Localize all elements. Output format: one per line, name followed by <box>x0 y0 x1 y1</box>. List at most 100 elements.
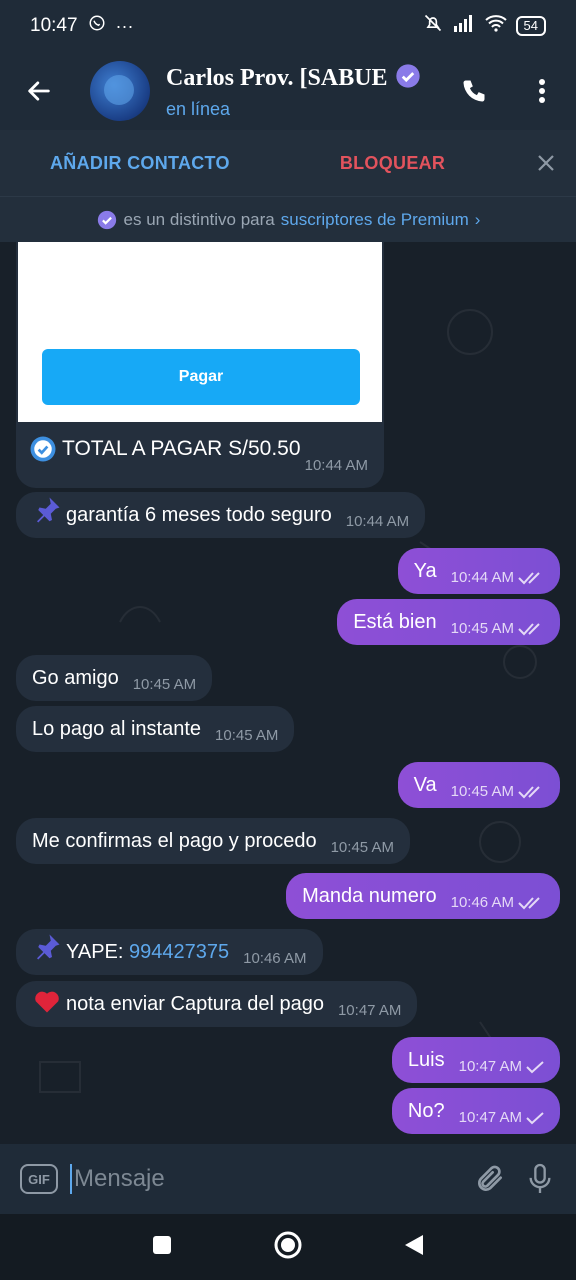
message-bubble[interactable]: No? 10:47 AM <box>391 1088 560 1134</box>
message-bubble[interactable]: Manda numero 10:46 AM <box>286 873 560 919</box>
payment-preview: Pagar <box>18 242 382 422</box>
message-list[interactable]: Pagar TOTAL A PAGAR S/50.50 10:44 AM gar… <box>0 242 576 1144</box>
verified-badge-icon <box>97 210 116 229</box>
payment-card-message[interactable]: Pagar TOTAL A PAGAR S/50.50 10:44 AM <box>16 242 384 488</box>
message-text: YAPE: <box>66 941 124 963</box>
pay-button[interactable]: Pagar <box>42 349 360 405</box>
chat-status: en línea <box>166 99 231 119</box>
message-text: nota enviar Captura del pago <box>66 993 324 1015</box>
whatsapp-icon <box>88 14 106 38</box>
message-bubble[interactable]: Luis 10:47 AM <box>391 1037 560 1083</box>
text-caret <box>70 1164 72 1194</box>
total-text: TOTAL A PAGAR S/50.50 <box>28 434 301 464</box>
message-time: 10:44 AM <box>304 457 368 474</box>
gif-button[interactable]: GIF <box>20 1164 58 1194</box>
arrow-left-icon <box>28 81 50 101</box>
message-text: garantía 6 meses todo seguro <box>66 504 332 526</box>
system-back-button[interactable] <box>403 1233 425 1262</box>
message-time: 10:44 AM <box>345 513 410 530</box>
message-time: 10:45 AM <box>215 727 279 744</box>
double-check-icon <box>518 785 540 798</box>
verified-badge-icon <box>394 62 422 95</box>
premium-notice-text: es un distintivo para <box>123 209 275 229</box>
message-bubble[interactable]: Go amigo 10:45 AM <box>16 655 213 701</box>
message-text: Manda numero <box>302 885 437 907</box>
phone-icon <box>463 80 485 102</box>
status-bar: 10:47 ··· 54 <box>0 0 576 52</box>
paperclip-icon <box>478 1165 502 1191</box>
message-bubble[interactable]: Va 10:45 AM <box>397 762 560 808</box>
message-text: Está bien <box>353 611 437 633</box>
microphone-icon <box>529 1163 551 1193</box>
square-icon <box>153 1235 171 1254</box>
composer: GIF Mensaje <box>0 1144 576 1214</box>
message-text: Lo pago al instante <box>32 718 202 740</box>
home-button[interactable] <box>273 1230 303 1265</box>
message-time: 10:47 AM <box>337 1002 402 1019</box>
message-time: 10:45 AM <box>450 620 514 637</box>
chevron-right-icon: › <box>474 209 481 229</box>
add-contact-button[interactable]: AÑADIR CONTACTO <box>50 153 230 174</box>
close-button[interactable] <box>534 151 558 175</box>
total-amount: TOTAL A PAGAR S/50.50 <box>62 437 301 460</box>
message-text: Go amigo <box>32 667 119 689</box>
attach-button[interactable] <box>470 1159 510 1199</box>
message-bubble[interactable]: Me confirmas el pago y procedo 10:45 AM <box>16 818 410 864</box>
message-bubble[interactable]: garantía 6 meses todo seguro 10:44 AM <box>16 492 426 538</box>
message-text: Luis <box>407 1049 445 1071</box>
more-notifications-icon: ··· <box>115 15 134 36</box>
chat-title: Carlos Prov. [SABUE <box>166 65 388 91</box>
back-button[interactable] <box>0 52 78 130</box>
signal-icon <box>452 14 476 38</box>
message-time: 10:47 AM <box>458 1109 522 1126</box>
pushpin-icon <box>37 934 60 960</box>
double-check-icon <box>518 571 540 584</box>
heart-icon <box>35 991 59 1013</box>
premium-notice[interactable]: es un distintivo para suscriptores de Pr… <box>0 196 576 242</box>
circle-icon <box>274 1231 302 1258</box>
message-time: 10:45 AM <box>330 839 394 856</box>
message-time: 10:47 AM <box>458 1058 522 1075</box>
wifi-icon <box>484 14 508 38</box>
voice-record-button[interactable] <box>510 1159 570 1199</box>
chat-title-area[interactable]: Carlos Prov. [SABUE en línea <box>166 62 436 120</box>
muted-icon <box>422 13 444 39</box>
message-bubble[interactable]: Ya 10:44 AM <box>397 548 560 594</box>
message-time: 10:45 AM <box>450 783 514 800</box>
message-text: Va <box>413 774 437 796</box>
battery-indicator: 54 <box>515 16 546 36</box>
message-bubble[interactable]: Lo pago al instante 10:45 AM <box>16 706 295 752</box>
message-time: 10:45 AM <box>132 676 197 693</box>
message-bubble[interactable]: Está bien 10:45 AM <box>337 599 560 645</box>
message-input[interactable]: Mensaje <box>70 1164 165 1194</box>
block-button[interactable]: BLOQUEAR <box>340 153 445 174</box>
system-nav-bar <box>0 1214 576 1280</box>
close-icon <box>538 155 554 171</box>
message-text: Ya <box>413 560 437 582</box>
recent-apps-button[interactable] <box>151 1234 173 1261</box>
triangle-back-icon <box>405 1234 423 1255</box>
message-bubble[interactable]: YAPE: 994427375 10:46 AM <box>16 929 323 975</box>
message-input-placeholder: Mensaje <box>74 1165 165 1192</box>
check-icon <box>526 1060 544 1073</box>
message-time: 10:46 AM <box>243 950 307 967</box>
more-options-button[interactable] <box>508 52 576 130</box>
verified-check-icon <box>30 436 56 462</box>
message-time: 10:44 AM <box>450 569 514 586</box>
premium-link[interactable]: suscriptores de Premium <box>281 210 469 230</box>
message-bubble[interactable]: nota enviar Captura del pago 10:47 AM <box>16 981 418 1027</box>
double-check-icon <box>518 622 540 635</box>
message-text: Me confirmas el pago y procedo <box>32 830 317 852</box>
message-text: No? <box>407 1100 445 1122</box>
double-check-icon <box>518 896 540 909</box>
pushpin-icon <box>37 497 60 523</box>
status-time: 10:47 <box>30 15 78 36</box>
more-vertical-icon <box>539 79 545 103</box>
chat-header: Carlos Prov. [SABUE en línea <box>0 52 576 130</box>
message-time: 10:46 AM <box>450 894 514 911</box>
check-icon <box>526 1111 544 1124</box>
avatar[interactable] <box>90 61 150 121</box>
call-button[interactable] <box>440 52 508 130</box>
phone-number-link[interactable]: 994427375 <box>129 941 229 963</box>
contact-action-bar: AÑADIR CONTACTO BLOQUEAR <box>0 130 576 196</box>
